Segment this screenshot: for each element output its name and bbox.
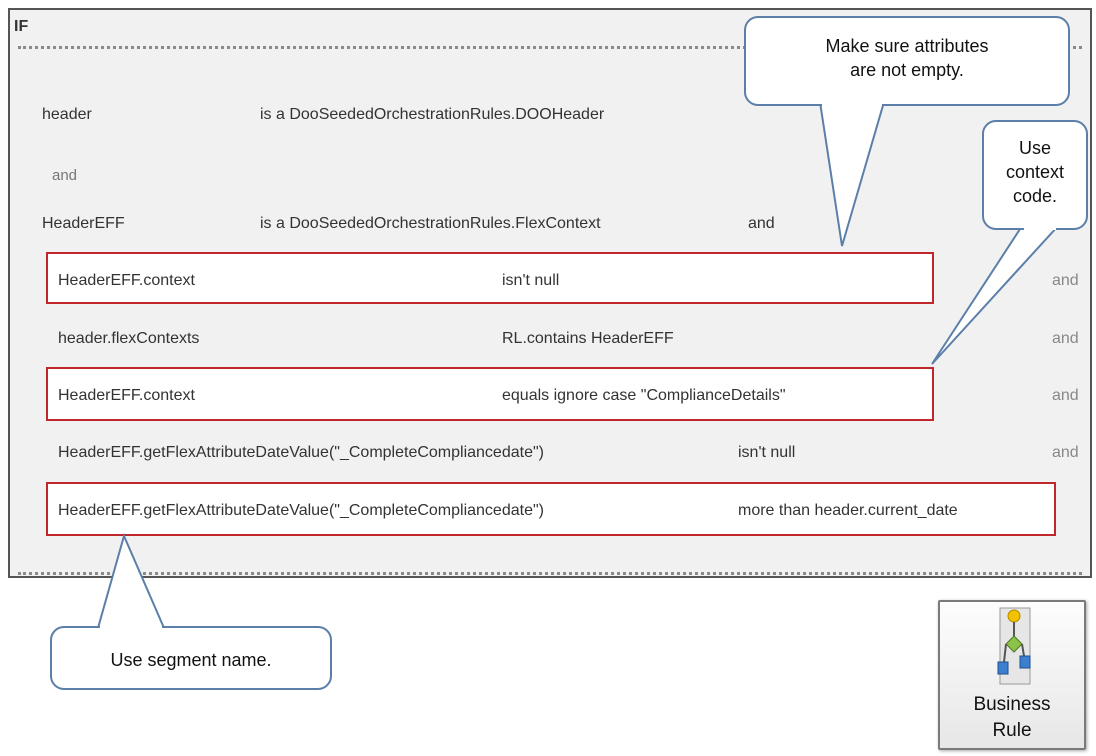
business-rule-icon bbox=[997, 607, 1031, 685]
business-rule-button[interactable]: Business Rule bbox=[938, 600, 1086, 750]
business-rule-label: Business Rule bbox=[940, 692, 1084, 744]
business-rule-line2: Rule bbox=[992, 720, 1032, 741]
callout-tail-joins bbox=[100, 102, 1056, 630]
business-rule-line1: Business bbox=[973, 694, 1051, 715]
